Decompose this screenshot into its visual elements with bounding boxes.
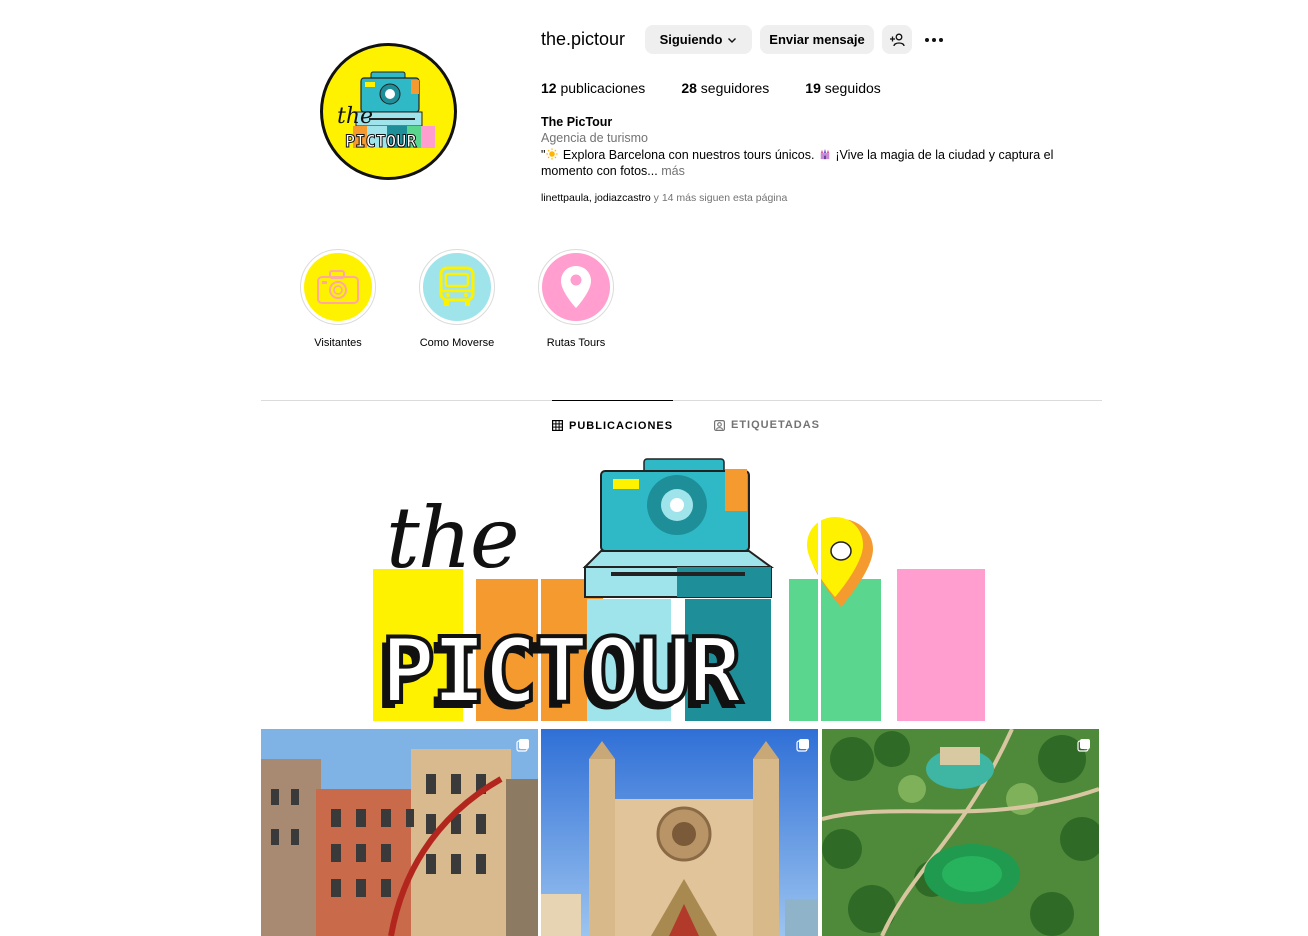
post-santa-maria-del-mar[interactable] (541, 729, 818, 936)
highlight-label: Rutas Tours (546, 337, 606, 349)
profile-avatar[interactable]: the PICTOUR (320, 43, 457, 180)
map-pin-icon (561, 266, 591, 308)
bio-name: The PicTour (541, 115, 613, 129)
post-image (822, 729, 1099, 936)
tabs-divider (261, 400, 1102, 401)
tab-posts[interactable]: PUBLICACIONES (552, 400, 674, 450)
tab-posts-label: PUBLICACIONES (569, 419, 674, 432)
tab-tagged[interactable]: ETIQUETADAS (714, 400, 820, 450)
highlight-label: Visitantes (314, 337, 362, 349)
bio-more-link[interactable]: más (658, 164, 685, 178)
profile-username: the.pictour (541, 29, 626, 49)
more-options-icon[interactable] (921, 30, 947, 50)
camera-icon (317, 270, 359, 304)
following-stat[interactable]: 19 seguidos (805, 80, 881, 96)
highlight-como-moverse[interactable]: Como Moverse (397, 249, 517, 349)
post-image (261, 729, 538, 936)
carousel-icon (796, 739, 809, 752)
avatar-logo-text: PICTOUR (345, 132, 418, 153)
posts-count-stat: 12 publicaciones (541, 80, 646, 96)
chevron-down-icon (728, 37, 737, 43)
carousel-icon (516, 739, 529, 752)
pinned-posts-banner[interactable]: the PICTOUR (261, 449, 1098, 727)
highlight-label: Como Moverse (419, 337, 495, 349)
post-parc-ciutadella[interactable] (822, 729, 1099, 936)
sun-emoji-icon (546, 148, 559, 160)
grid-icon (552, 420, 563, 431)
bio-category: Agencia de turismo (541, 131, 649, 145)
avatar-script-text: the (337, 104, 374, 129)
banner-script-text: the (386, 489, 520, 587)
suggest-people-button[interactable] (882, 25, 912, 54)
tab-tagged-label: ETIQUETADAS (731, 419, 821, 431)
post-image (541, 729, 818, 936)
carousel-icon (1077, 739, 1090, 752)
highlight-visitantes[interactable]: Visitantes (278, 249, 398, 349)
bus-icon (439, 266, 475, 306)
tagged-user-icon (714, 419, 725, 431)
following-button[interactable]: Siguiendo (645, 25, 752, 54)
post-barcelona-street[interactable] (261, 729, 538, 936)
send-message-button[interactable]: Enviar mensaje (760, 25, 874, 54)
bio-text: " Explora Barcelona con nuestros tours ú… (541, 148, 1054, 178)
send-message-label: Enviar mensaje (769, 32, 865, 47)
castle-emoji-icon (820, 148, 830, 160)
profile-stats: 12 publicaciones 28 seguidores 19 seguid… (541, 80, 917, 96)
add-person-icon (890, 33, 905, 46)
highlight-rutas-tours[interactable]: Rutas Tours (516, 249, 636, 349)
followers-stat[interactable]: 28 seguidores (681, 80, 769, 96)
banner-logo-text: PICTOUR (379, 617, 744, 726)
following-button-label: Siguiendo (659, 32, 723, 47)
followed-by-text[interactable]: linettpaula, jodiazcastro y 14 más sigue… (541, 192, 787, 204)
